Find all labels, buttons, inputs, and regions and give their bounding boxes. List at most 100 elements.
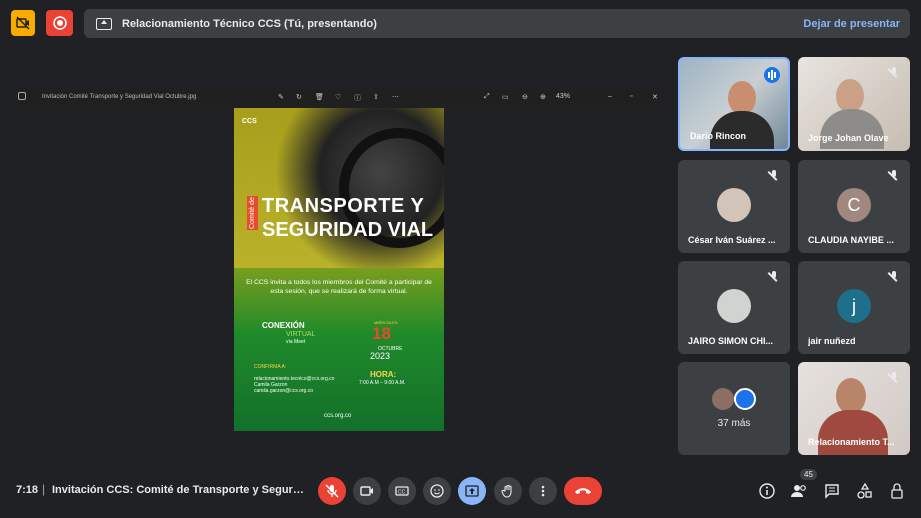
invitation-poster: CCS Comité de TRANSPORTE Y SEGURIDAD VIA… [234, 108, 444, 431]
participant-body [820, 109, 884, 149]
poster-hora-label: HORA: [370, 370, 397, 379]
participant-avatar: j [837, 289, 871, 323]
poster-day: 18 [372, 324, 391, 343]
participant-tile[interactable]: JAIRO SIMON CHI... [678, 261, 790, 354]
participant-name: CLAUDIA NAYIBE ... [808, 235, 894, 245]
participant-name: César Iván Suárez ... [688, 235, 776, 245]
raise-hand-button[interactable] [494, 477, 522, 505]
presenting-title: Relacionamiento Técnico CCS (Tú, present… [122, 17, 377, 30]
participant-avatar [712, 388, 734, 410]
poster-hora: 7:00 A.M – 9:00 A.M. [359, 380, 406, 386]
record-icon [52, 16, 67, 30]
poster-conexion: CONEXIÓN [262, 321, 305, 330]
zoom-out-icon[interactable]: ⊖ [522, 93, 528, 101]
more-participants-label: 37 más [717, 418, 751, 429]
close-icon[interactable]: ✕ [652, 93, 658, 101]
meeting-title: Invitación CCS: Comité de Transporte y S… [52, 484, 304, 496]
participant-avatar: C [837, 188, 871, 222]
mic-off-icon [888, 372, 900, 384]
poster-contact: relacionamiento.tecnico@ccs.org.co Camil… [254, 376, 334, 394]
favorite-icon[interactable]: ♡ [335, 93, 341, 101]
hand-icon [501, 484, 512, 498]
edit-icon[interactable]: ✎ [278, 93, 284, 101]
participant-name: Jorge Johan Olave [808, 133, 889, 143]
stop-presenting-button[interactable]: Dejar de presentar [803, 18, 900, 30]
participant-avatar [717, 289, 751, 323]
participant-body [818, 410, 888, 455]
poster-title-line2: SEGURIDAD VIAL [262, 219, 434, 241]
poster-year: 2023 [370, 351, 391, 361]
poster-body: El CCS invita a todos los miembros del C… [246, 279, 432, 295]
info-icon[interactable]: ⓘ [354, 93, 361, 103]
poster-title-line1: TRANSPORTE Y [262, 195, 425, 217]
camera-toggle-button[interactable] [353, 477, 381, 505]
fit-icon[interactable]: ▭ [502, 93, 509, 101]
meeting-time: 7:18 [16, 484, 39, 496]
zoom-level: 43% [556, 93, 571, 100]
emoji-icon [430, 484, 444, 498]
participant-tile[interactable]: Jorge Johan Olave [798, 57, 910, 151]
mic-off-icon [888, 271, 900, 283]
participant-tile[interactable]: C CLAUDIA NAYIBE ... [798, 160, 910, 253]
poster-comite-tag: Comité de [247, 196, 258, 230]
hang-up-icon [575, 488, 591, 494]
participant-name: Dario Rincon [690, 131, 747, 141]
poster-site: ccs.org.co [324, 413, 352, 419]
participant-video [728, 81, 756, 115]
poster-contact-email: camila.garzon@ccs.org.co [254, 388, 313, 394]
fullscreen-icon[interactable]: ⤢ [484, 93, 490, 101]
more-options-button[interactable] [529, 477, 557, 505]
poster-via: vía Meet [286, 339, 306, 345]
more-participants-tile[interactable]: 37 más [678, 362, 790, 455]
participant-tile[interactable]: j jair nuñezd [798, 261, 910, 354]
participant-tile[interactable]: César Iván Suárez ... [678, 160, 790, 253]
globe-avatar-icon [734, 388, 756, 410]
poster-confirm: CONFIRMA A: [254, 364, 287, 370]
delete-icon[interactable]: 🗑 [315, 93, 324, 101]
zoom-in-icon[interactable]: ⊕ [540, 93, 546, 101]
image-viewer-toolbar: Invitación Comité Transporte y Seguridad… [12, 86, 664, 108]
mic-toggle-button[interactable] [318, 477, 346, 505]
mic-off-icon [888, 170, 900, 182]
participant-video [836, 79, 864, 113]
rotate-icon[interactable]: ↻ [296, 93, 302, 101]
people-count-badge: 45 [800, 469, 817, 480]
svg-text:CC: CC [398, 490, 406, 496]
camera-off-icon [16, 16, 30, 30]
participant-name: Relacionamiento T... [808, 437, 895, 447]
minimize-icon[interactable]: – [608, 93, 612, 100]
participant-name: JAIRO SIMON CHI... [688, 336, 774, 346]
present-button[interactable] [458, 477, 486, 505]
more-vert-icon [541, 485, 545, 497]
speaking-indicator-icon [764, 67, 780, 83]
participant-name: jair nuñezd [808, 336, 856, 346]
mic-off-icon [768, 271, 780, 283]
presenting-bar: Relacionamiento Técnico CCS (Tú, present… [84, 9, 910, 38]
chat-icon[interactable] [823, 482, 841, 500]
more-icon[interactable]: ⋯ [392, 93, 399, 101]
camera-icon [360, 486, 373, 496]
mic-off-icon [768, 170, 780, 182]
mic-off-icon [888, 67, 900, 79]
record-button[interactable] [46, 10, 73, 36]
mic-off-icon [325, 484, 339, 498]
activities-icon[interactable] [856, 482, 874, 500]
viewer-file-name: Invitación Comité Transporte y Seguridad… [42, 94, 197, 100]
people-icon[interactable] [790, 482, 808, 500]
meeting-details-icon[interactable] [758, 482, 776, 500]
poster-brand: CCS [242, 118, 257, 125]
host-controls-icon[interactable] [888, 482, 906, 500]
participant-tile[interactable]: Dario Rincon [678, 57, 790, 151]
separator: | [42, 482, 46, 496]
emoji-button[interactable] [423, 477, 451, 505]
leave-call-button[interactable] [564, 477, 602, 505]
participant-avatar [717, 188, 751, 222]
captions-button[interactable]: CC [388, 477, 416, 505]
participant-tile[interactable]: Relacionamiento T... [798, 362, 910, 455]
participant-video [836, 378, 866, 414]
share-icon[interactable]: ⇪ [373, 93, 379, 101]
recording-badge[interactable] [11, 10, 35, 36]
present-screen-icon [96, 17, 112, 30]
captions-icon: CC [395, 486, 409, 496]
maximize-icon[interactable]: ▫ [630, 93, 632, 100]
